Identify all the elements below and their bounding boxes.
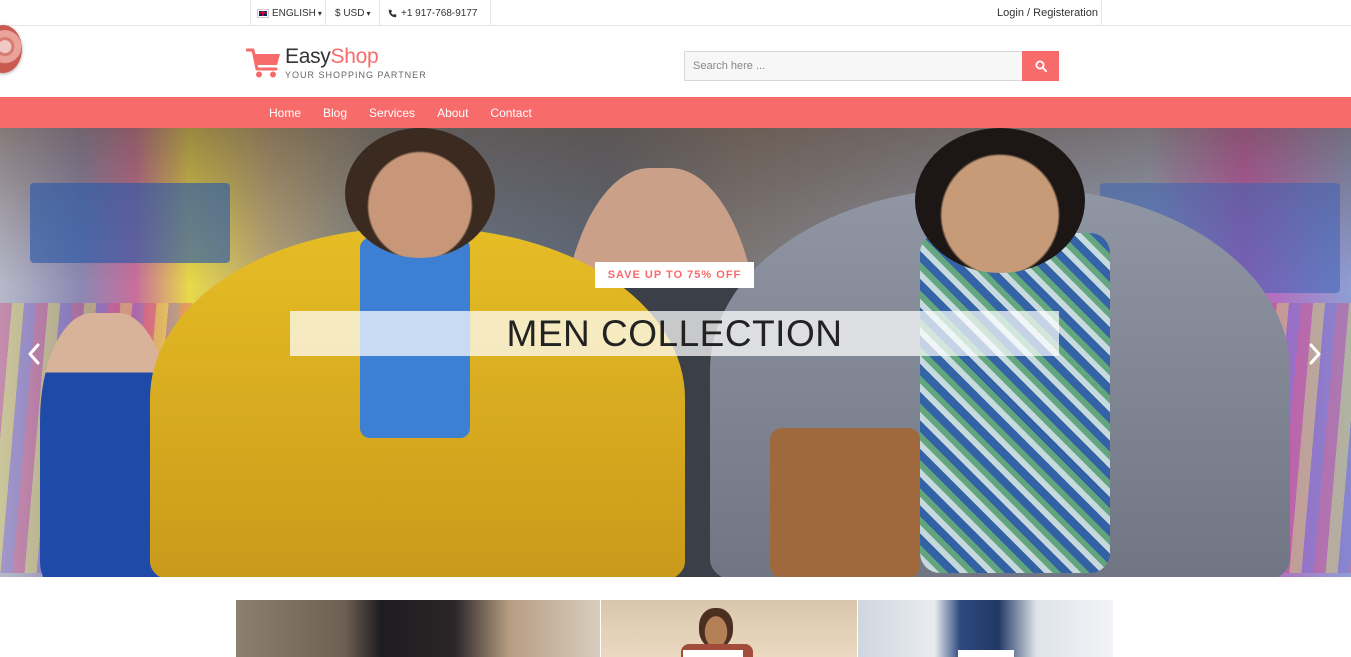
nav-item-about[interactable]: About [426,106,479,120]
phone-number: +1 917-768-9177 [401,7,478,19]
nav-item-contact[interactable]: Contact [479,106,542,120]
thumbnail-label-box [958,650,1014,657]
category-thumbnail[interactable] [858,600,1113,657]
brand-name-part1: Easy [285,45,331,68]
phone-info: +1 917-768-9177 [380,0,491,26]
top-bar: ENGLISH ▾ $ USD ▾ +1 917-768-9177 Login … [0,0,1351,26]
main-nav: Home Blog Services About Contact [0,97,1351,128]
thumbnail-figure-head [699,608,733,648]
search-input[interactable] [684,51,1022,81]
caret-down-icon: ▾ [317,8,322,18]
nav-item-home[interactable]: Home [258,106,312,120]
phone-icon [388,9,397,17]
brand-name-part2: Shop [330,45,379,68]
floating-chat-button[interactable] [0,25,22,73]
hero-title: MEN COLLECTION [506,312,843,354]
brand-name: EasyShop [285,45,379,69]
arrow-left-icon [28,343,40,365]
language-selector[interactable]: ENGLISH ▾ [250,0,326,26]
category-thumbnail[interactable] [601,600,857,657]
thumbnail-label-box [683,650,743,657]
hero-title-box: MEN COLLECTION [290,311,1059,356]
hero-figure-head [915,128,1085,273]
search-icon [1035,60,1047,72]
hero-figure-scarf [920,233,1110,573]
search-button[interactable] [1022,51,1059,81]
nav-item-blog[interactable]: Blog [312,106,358,120]
language-label: ENGLISH [272,7,316,19]
login-register-link[interactable]: Login / Registeration [997,7,1098,19]
caret-down-icon: ▾ [366,8,371,18]
site-logo[interactable]: EasyShop YOUR SHOPPING PARTNER [246,44,436,84]
hero-figure-head [345,128,495,258]
brand-tagline: YOUR SHOPPING PARTNER [285,70,427,80]
category-thumbnail[interactable] [236,600,600,657]
slider-prev-button[interactable] [22,340,46,368]
currency-selector[interactable]: $ USD ▾ [326,0,380,26]
arrow-right-icon [1309,343,1321,365]
hero-background-shape [30,183,230,263]
nav-item-services[interactable]: Services [358,106,426,120]
slider-next-button[interactable] [1303,340,1327,368]
cart-icon [246,48,280,78]
hero-sale-badge[interactable]: SAVE UP TO 75% OFF [595,262,754,288]
hero-figure-bag [770,428,920,577]
uk-flag-icon [257,8,269,18]
login-register: Login / Registeration [994,0,1102,26]
search-form [684,51,1060,81]
currency-label: $ USD [335,7,365,19]
